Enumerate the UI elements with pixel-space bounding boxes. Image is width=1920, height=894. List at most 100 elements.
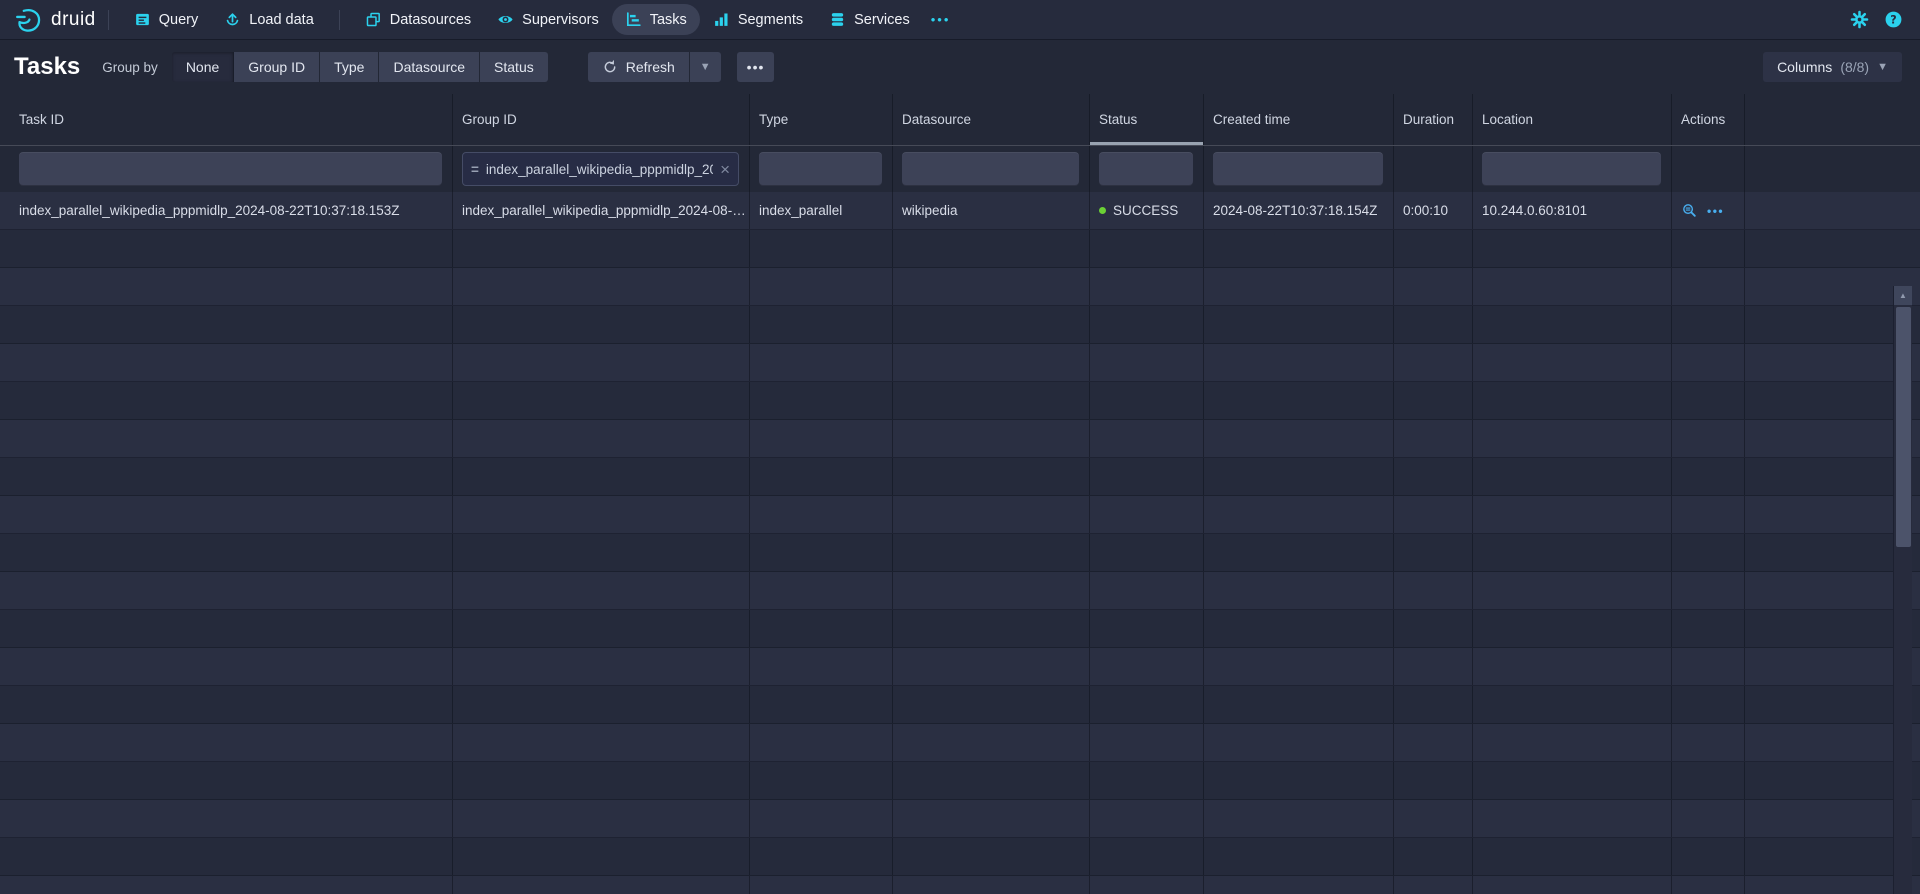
empty-cell xyxy=(453,800,750,837)
group-by-group-id-button[interactable]: Group ID xyxy=(234,52,320,82)
empty-cell xyxy=(1090,344,1204,381)
datasources-icon xyxy=(365,11,382,28)
empty-rows-container xyxy=(0,230,1920,894)
column-header-group-id[interactable]: Group ID xyxy=(453,94,750,145)
nav-item-query[interactable]: Query xyxy=(121,4,212,35)
empty-row xyxy=(0,876,1920,894)
task-row: index_parallel_wikipedia_pppmidlp_2024-0… xyxy=(0,192,1920,230)
created-time-filter-input[interactable] xyxy=(1213,152,1383,186)
empty-cell xyxy=(0,458,453,495)
task-id-filter-input[interactable] xyxy=(19,152,442,186)
refresh-button[interactable]: Refresh xyxy=(588,52,690,82)
empty-cell xyxy=(1090,420,1204,457)
nav-item-segments[interactable]: Segments xyxy=(700,4,816,35)
empty-cell xyxy=(1672,306,1745,343)
columns-count: (8/8) xyxy=(1840,59,1869,75)
task-actions-more-button[interactable]: ••• xyxy=(1707,204,1724,218)
column-header-created-time[interactable]: Created time xyxy=(1204,94,1394,145)
empty-cell xyxy=(1672,458,1745,495)
empty-cell xyxy=(750,496,893,533)
column-header-location[interactable]: Location xyxy=(1473,94,1672,145)
column-header-task-id[interactable]: Task ID xyxy=(0,94,453,145)
vertical-scrollbar[interactable]: ▲ xyxy=(1893,286,1912,894)
empty-cell xyxy=(1672,686,1745,723)
druid-logo[interactable]: druid xyxy=(15,6,96,34)
empty-cell xyxy=(750,610,893,647)
nav-item-tasks[interactable]: Tasks xyxy=(612,4,700,35)
empty-row xyxy=(0,686,1920,724)
empty-cell xyxy=(453,648,750,685)
column-header-duration[interactable]: Duration xyxy=(1394,94,1473,145)
empty-cell xyxy=(1090,230,1204,267)
location-filter-input[interactable] xyxy=(1482,152,1661,186)
column-header-status[interactable]: Status xyxy=(1090,94,1204,145)
empty-cell xyxy=(1394,610,1473,647)
help-icon[interactable]: ? xyxy=(1884,10,1903,29)
nav-item-label: Query xyxy=(159,12,199,28)
empty-cell xyxy=(893,572,1090,609)
scrollbar-up-arrow[interactable]: ▲ xyxy=(1894,286,1912,305)
empty-cell xyxy=(1090,800,1204,837)
columns-label: Columns xyxy=(1777,59,1832,75)
group-by-type-button[interactable]: Type xyxy=(320,52,379,82)
nav-item-services[interactable]: Services xyxy=(816,4,923,35)
toolbar-more-button[interactable]: ••• xyxy=(737,52,775,82)
column-header-type[interactable]: Type xyxy=(750,94,893,145)
group-by-none-button[interactable]: None xyxy=(172,52,234,82)
empty-cell xyxy=(893,838,1090,875)
navbar-divider xyxy=(339,10,340,30)
group-id-filter-input[interactable]: = index_parallel_wikipedia_pppmidlp_20 × xyxy=(462,152,739,186)
task-detail-magnifier-icon[interactable] xyxy=(1681,202,1698,219)
empty-row xyxy=(0,838,1920,876)
group-by-datasource-button[interactable]: Datasource xyxy=(379,52,480,82)
empty-row xyxy=(0,268,1920,306)
empty-cell xyxy=(1473,876,1672,894)
empty-cell xyxy=(1394,838,1473,875)
nav-item-label: Load data xyxy=(249,12,314,28)
nav-more-button[interactable]: ••• xyxy=(923,6,959,33)
empty-cell xyxy=(1745,230,1920,267)
empty-cell xyxy=(1394,344,1473,381)
empty-cell xyxy=(893,610,1090,647)
nav-item-label: Services xyxy=(854,12,910,28)
empty-cell xyxy=(893,724,1090,761)
group-by-status-button[interactable]: Status xyxy=(480,52,548,82)
empty-cell xyxy=(1672,800,1745,837)
filter-cell-created-time xyxy=(1204,146,1394,192)
empty-cell xyxy=(1394,534,1473,571)
nav-item-supervisors[interactable]: Supervisors xyxy=(484,4,612,35)
filter-cell-type xyxy=(750,146,893,192)
empty-cell xyxy=(0,496,453,533)
empty-cell xyxy=(1090,534,1204,571)
type-filter-input[interactable] xyxy=(759,152,882,186)
empty-cell xyxy=(453,306,750,343)
empty-cell xyxy=(453,572,750,609)
table-body: index_parallel_wikipedia_pppmidlp_2024-0… xyxy=(0,192,1920,894)
refresh-interval-dropdown-button[interactable]: ▼ xyxy=(690,52,721,82)
column-header-datasource[interactable]: Datasource xyxy=(893,94,1090,145)
druid-console: druid Query Load dat xyxy=(0,0,1920,894)
empty-cell xyxy=(893,344,1090,381)
empty-cell xyxy=(893,382,1090,419)
datasource-filter-input[interactable] xyxy=(902,152,1079,186)
empty-cell xyxy=(1672,648,1745,685)
empty-cell xyxy=(893,686,1090,723)
empty-cell xyxy=(1090,686,1204,723)
filter-cell-task-id xyxy=(0,146,453,192)
query-icon xyxy=(134,11,151,28)
group-by-label: Group by xyxy=(102,60,158,75)
empty-cell xyxy=(1204,268,1394,305)
clear-filter-icon[interactable]: × xyxy=(720,161,730,178)
scrollbar-thumb[interactable] xyxy=(1896,307,1911,547)
nav-item-load-data[interactable]: Load data xyxy=(211,4,327,35)
column-header-actions[interactable]: Actions xyxy=(1672,94,1745,145)
empty-cell xyxy=(1204,230,1394,267)
columns-dropdown-button[interactable]: Columns (8/8) ▼ xyxy=(1763,52,1902,82)
gear-icon[interactable] xyxy=(1850,10,1869,29)
empty-cell xyxy=(750,572,893,609)
filter-cell-location xyxy=(1473,146,1672,192)
empty-cell xyxy=(1204,876,1394,894)
status-filter-input[interactable] xyxy=(1099,152,1193,186)
nav-item-datasources[interactable]: Datasources xyxy=(352,4,484,35)
empty-cell xyxy=(1394,382,1473,419)
